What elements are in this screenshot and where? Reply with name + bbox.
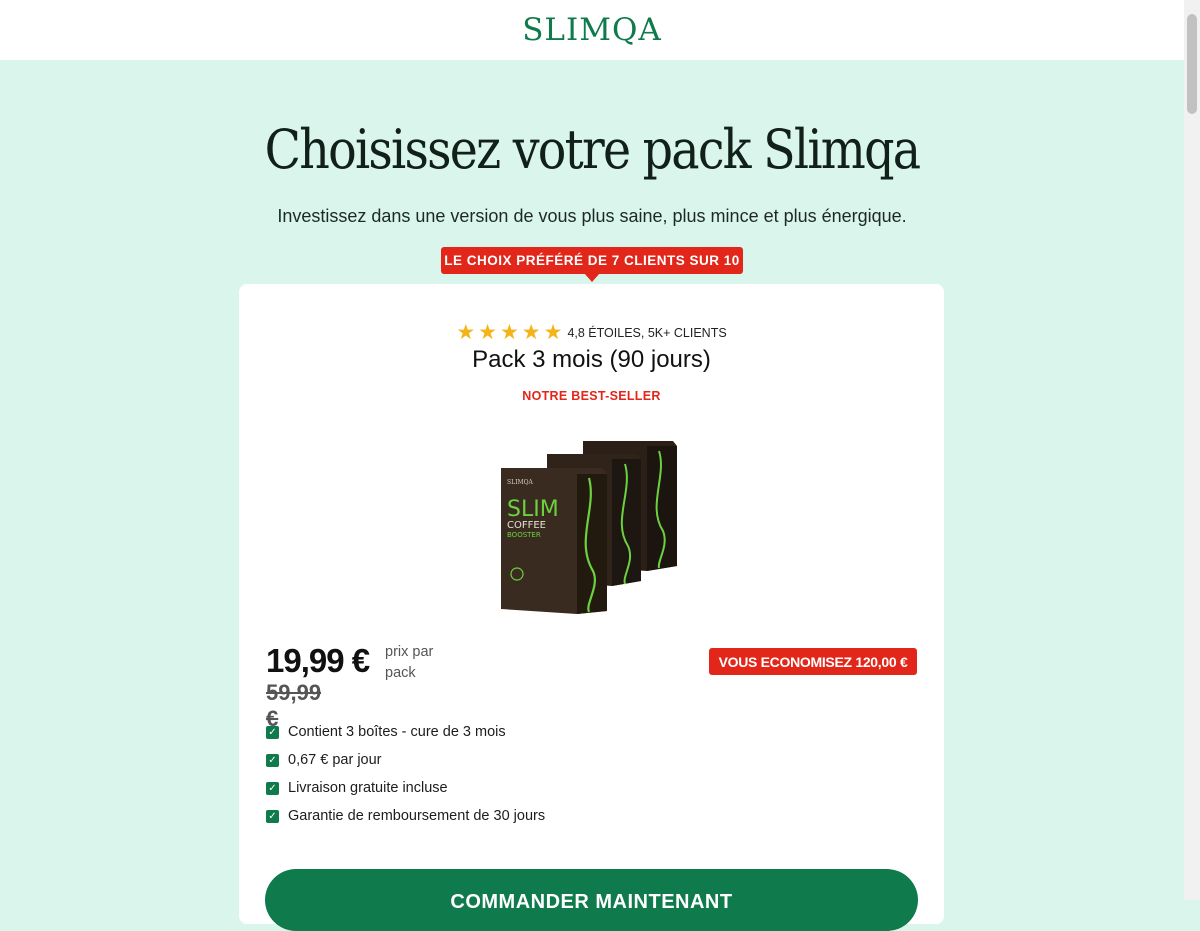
bestseller-badge: NOTRE BEST-SELLER bbox=[522, 389, 661, 403]
savings-badge: VOUS ECONOMISEZ 120,00 € bbox=[709, 648, 917, 675]
star-icon: ★ bbox=[456, 321, 476, 344]
feature-text: Contient 3 boîtes - cure de 3 mois bbox=[288, 724, 506, 740]
star-icon: ★ bbox=[521, 321, 541, 344]
list-item: ✓ Contient 3 boîtes - cure de 3 mois bbox=[266, 718, 545, 746]
pack-title: Pack 3 mois (90 jours) bbox=[472, 346, 711, 373]
product-box-front: SLIMQA SLIM COFFEE BOOSTER bbox=[501, 468, 607, 614]
star-icon: ★ bbox=[499, 321, 519, 344]
svg-text:COFFEE: COFFEE bbox=[507, 520, 546, 531]
checkbox-checked-icon: ✓ bbox=[266, 781, 279, 795]
brand-logo[interactable]: SLIMQA bbox=[522, 12, 662, 48]
page-title: Choisissez votre pack Slimqa bbox=[264, 118, 921, 181]
feature-list: ✓ Contient 3 boîtes - cure de 3 mois ✓ 0… bbox=[266, 718, 545, 830]
product-box-brand: SLIMQA bbox=[507, 479, 534, 486]
page-scrollbar[interactable] bbox=[1184, 0, 1200, 900]
feature-text: 0,67 € par jour bbox=[288, 752, 382, 768]
price-current: 19,99 € bbox=[266, 642, 370, 679]
checkbox-checked-icon: ✓ bbox=[266, 753, 279, 767]
ribbon-pointer bbox=[584, 273, 600, 282]
checkbox-checked-icon: ✓ bbox=[266, 725, 279, 739]
pack-card: ★ ★ ★ ★ ★ 4,8 ÉTOILES, 5K+ CLIENTS Pack … bbox=[239, 284, 944, 931]
list-item: ✓ Garantie de remboursement de 30 jours bbox=[266, 802, 545, 830]
price-unit: prix par pack bbox=[385, 644, 434, 681]
star-icon: ★ bbox=[543, 321, 563, 344]
svg-text:BOOSTER: BOOSTER bbox=[507, 531, 541, 539]
list-item: ✓ 0,67 € par jour bbox=[266, 746, 545, 774]
product-image: SLIMQA SLIM COFFEE BOOSTER bbox=[501, 441, 677, 614]
checkbox-checked-icon: ✓ bbox=[266, 809, 279, 823]
feature-text: Livraison gratuite incluse bbox=[288, 780, 448, 796]
rating-text: 4,8 ÉTOILES, 5K+ CLIENTS bbox=[567, 325, 727, 340]
site-header: SLIMQA bbox=[0, 0, 1184, 60]
popular-choice-ribbon: LE CHOIX PRÉFÉRÉ DE 7 CLIENTS SUR 10 bbox=[441, 247, 743, 274]
rating-row: ★ ★ ★ ★ ★ 4,8 ÉTOILES, 5K+ CLIENTS bbox=[239, 322, 944, 343]
star-icon: ★ bbox=[478, 321, 497, 344]
scrollbar-thumb[interactable] bbox=[1187, 14, 1197, 114]
list-item: ✓ Livraison gratuite incluse bbox=[266, 774, 545, 802]
order-now-button[interactable]: COMMANDER MAINTENANT bbox=[265, 869, 918, 931]
page-subtitle: Investissez dans une version de vous plu… bbox=[277, 206, 907, 226]
feature-text: Garantie de remboursement de 30 jours bbox=[288, 808, 546, 824]
product-box-name: SLIM bbox=[507, 497, 559, 522]
